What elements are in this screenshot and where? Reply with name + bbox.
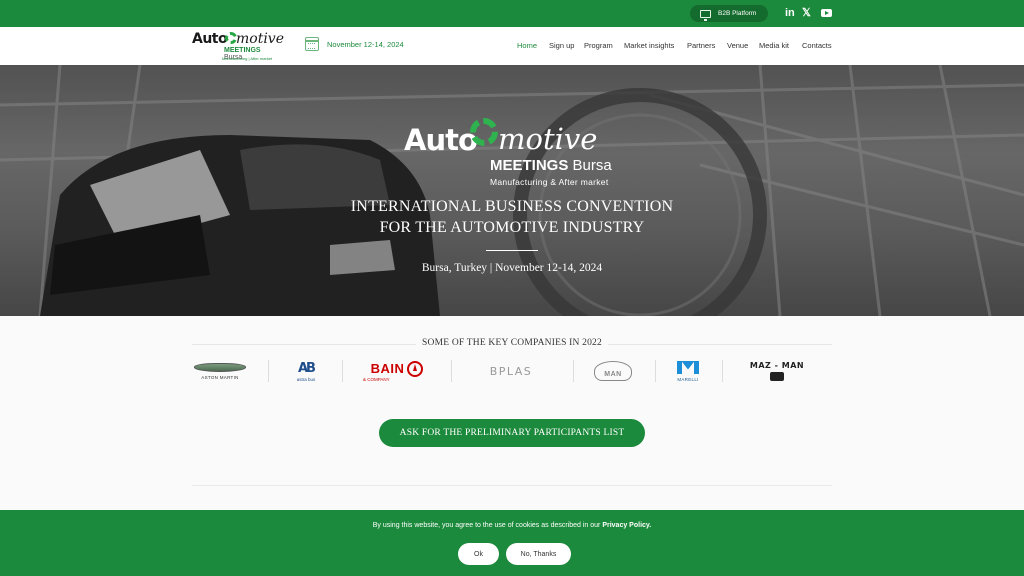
site-header: Auto motive MEETINGS Bursa Manufacturing… — [0, 27, 1024, 65]
hero-logo-motive: motive — [498, 122, 598, 156]
bain-compass-icon — [407, 360, 424, 377]
hero-logo: Auto motive MEETINGS Bursa Manufacturing… — [404, 110, 624, 190]
nav-media-kit[interactable]: Media kit — [759, 41, 789, 50]
calendar-icon — [305, 37, 319, 51]
logo-auto-text: Auto — [192, 31, 228, 47]
nav-partners[interactable]: Partners — [687, 41, 715, 50]
logo-tagline: Manufacturing | After market — [222, 56, 273, 61]
b2b-platform-label: B2B Platform — [718, 10, 757, 17]
logo-maz-man: MAZ - MAN — [744, 356, 810, 386]
companies-heading: SOME OF THE KEY COMPANIES IN 2022 — [0, 338, 1024, 348]
logo-motive-text: motive — [236, 31, 285, 47]
nav-home[interactable]: Home — [517, 41, 537, 50]
top-bar: B2B Platform in 𝕏 — [0, 0, 1024, 27]
hero-logo-tagline: Manufacturing & After market — [490, 177, 609, 187]
nav-market-insights[interactable]: Market insights — [624, 41, 674, 50]
logo-astra-bus: AB astra bus — [296, 360, 316, 382]
linkedin-icon[interactable]: in — [785, 7, 795, 20]
hero-divider — [486, 250, 538, 251]
hero-title-line-2: FOR THE AUTOMOTIVE INDUSTRY — [379, 219, 645, 236]
b2b-platform-button[interactable]: B2B Platform — [690, 5, 768, 22]
cookie-no-thanks-button[interactable]: No, Thanks — [506, 543, 571, 565]
participants-list-button[interactable]: ASK FOR THE PRELIMINARY PARTICIPANTS LIS… — [379, 419, 645, 447]
maz-bison-icon — [770, 372, 784, 381]
x-twitter-icon[interactable]: 𝕏 — [802, 7, 811, 20]
monitor-icon — [700, 9, 711, 21]
hero-title-line-1: INTERNATIONAL BUSINESS CONVENTION — [350, 198, 674, 215]
cookie-message: By using this website, you agree to the … — [372, 522, 652, 529]
nav-contacts[interactable]: Contacts — [802, 41, 832, 50]
hero-logo-meetings: MEETINGS Bursa — [490, 157, 612, 174]
marelli-m-icon — [677, 360, 699, 374]
logo-bplas: BPLAS — [489, 364, 533, 378]
hero-banner — [0, 65, 1024, 316]
logo-aston-martin: ASTON MARTIN — [192, 356, 248, 386]
nav-venue[interactable]: Venue — [727, 41, 748, 50]
nav-sign-up[interactable]: Sign up — [549, 41, 574, 50]
privacy-policy-link[interactable]: Privacy Policy. — [602, 522, 651, 529]
aston-martin-wings-icon — [194, 362, 246, 372]
youtube-icon[interactable] — [821, 9, 832, 17]
cookie-ok-button[interactable]: Ok — [458, 543, 499, 565]
man-badge-icon: MAN — [594, 361, 632, 381]
event-date: November 12-14, 2024 — [327, 40, 404, 49]
gear-icon — [470, 118, 498, 146]
nav-program[interactable]: Program — [584, 41, 613, 50]
logo-man: MAN — [593, 356, 633, 386]
divider — [192, 485, 832, 486]
logo-bain-company: BAIN & COMPANY — [363, 356, 431, 386]
hero-logo-auto: Auto — [404, 123, 478, 157]
hero-overlay — [0, 65, 1024, 316]
site-logo[interactable]: Auto motive MEETINGS Bursa Manufacturing… — [192, 30, 284, 62]
hero-location-date: Bursa, Turkey | November 12-14, 2024 — [421, 262, 603, 274]
logo-marelli: MARELLI — [672, 356, 704, 386]
cookie-banner: By using this website, you agree to the … — [0, 510, 1024, 576]
